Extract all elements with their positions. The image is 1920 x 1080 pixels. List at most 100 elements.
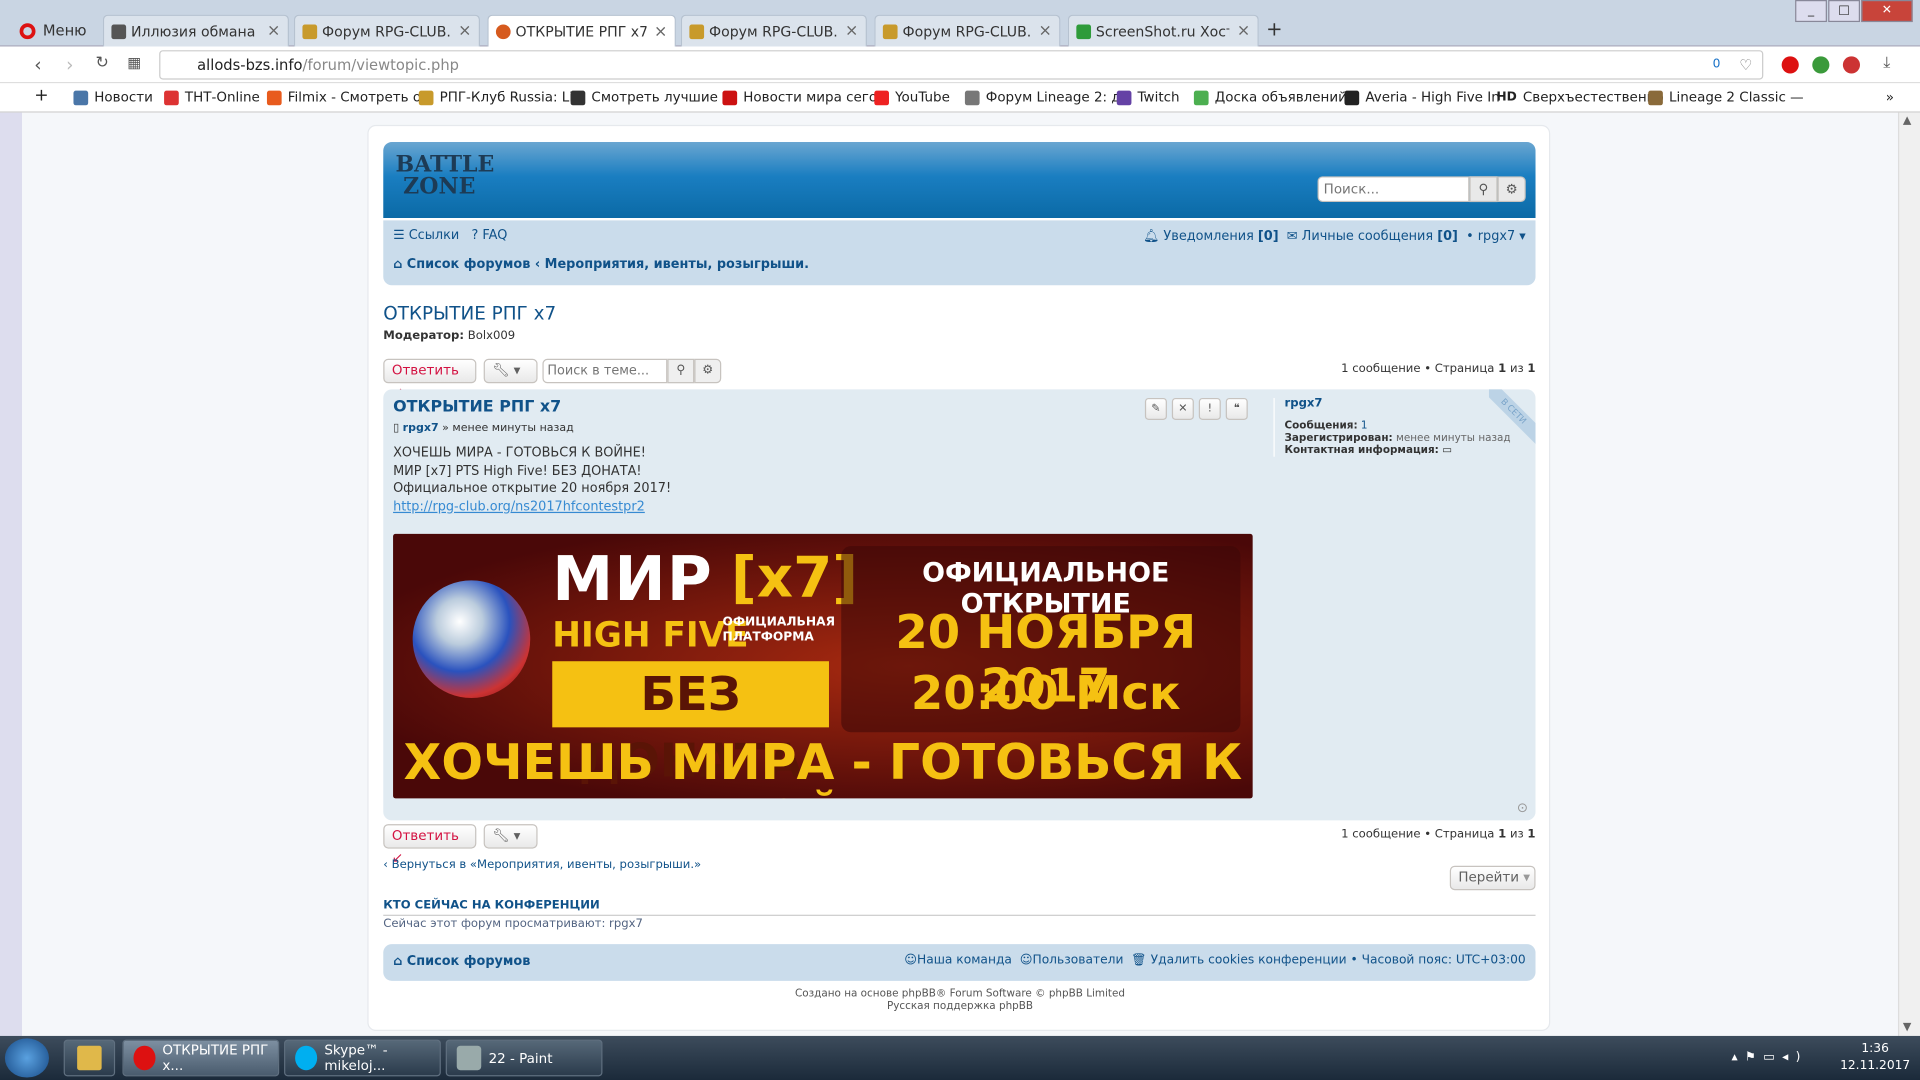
bookmark[interactable]: Новости [73, 89, 153, 105]
start-button[interactable] [4, 1038, 49, 1078]
speed-dial-icon[interactable]: ▦ [127, 54, 141, 71]
minimize-button[interactable]: _ [1795, 0, 1827, 23]
system-tray-icons[interactable]: ▴⚑▭◂) [1731, 1051, 1807, 1064]
back-arrow-icon[interactable]: ‹ [34, 54, 41, 76]
advanced-search-gear-icon[interactable]: ⚙ [1497, 176, 1526, 203]
gear-icon[interactable]: ⚙ [694, 358, 722, 384]
breadcrumb-home[interactable]: Список форумов [407, 257, 531, 272]
post-link[interactable]: http://rpg-club.org/ns2017hfcontestpr2 [393, 499, 645, 514]
bookmark[interactable]: Lineage 2 Classic — [1648, 89, 1804, 105]
bookmark[interactable]: Новости мира сего, [722, 89, 881, 105]
bookmark[interactable]: Доска объявлений [1193, 89, 1347, 105]
team-link[interactable]: ☺Наша команда [904, 954, 1012, 967]
more-bookmarks-icon[interactable]: » [1886, 89, 1894, 105]
report-icon[interactable]: ! [1198, 397, 1221, 421]
close-tab-icon[interactable]: × [845, 22, 858, 40]
browser-tab[interactable]: Форум RPG-CLUB. Тема: F × [293, 14, 481, 47]
copyright-line[interactable]: Русская поддержка phpBB [369, 1000, 1552, 1012]
close-tab-icon[interactable]: × [1237, 22, 1250, 40]
bookmark[interactable]: Форум Lineage 2: да [964, 89, 1129, 105]
faq-link[interactable]: ? FAQ [472, 228, 508, 243]
film-icon [111, 23, 127, 39]
browser-tab[interactable]: Иллюзия обмана 2 (2016 × [102, 14, 289, 47]
return-to-forum-link[interactable]: ‹ Вернуться в «Мероприятия, ивенты, розы… [383, 858, 701, 871]
clock[interactable]: 1:36 12.11.2017 [1840, 1041, 1910, 1075]
browser-tab-active[interactable]: ОТКРЫТИЕ РПГ x7 - × [487, 14, 676, 48]
copyright-line[interactable]: Создано на основе phpBB® Forum Software … [369, 988, 1552, 1000]
quote-icon[interactable]: ❝ [1225, 397, 1248, 421]
bookmark[interactable]: Filmix - Смотреть о [266, 89, 421, 105]
topic-tools-button[interactable]: 🔧︎ ▾ [483, 358, 538, 384]
back-to-top-icon[interactable]: ⊙ [1517, 800, 1528, 816]
notifications-link[interactable]: 🔔︎ Уведомления [0] [1143, 229, 1279, 244]
browser-tab[interactable]: Форум RPG-CLUB. Тема: F × [874, 14, 1061, 47]
users-link[interactable]: ☺Пользователи [1020, 954, 1124, 967]
browser-tab[interactable]: Форум RPG-CLUB. Тема: F × [680, 14, 867, 47]
post-profile: rpgx7 Сообщения: 1 Зарегистрирован: мене… [1273, 397, 1519, 457]
vertical-scrollbar[interactable]: ▲ ▼ [1897, 112, 1920, 1036]
bookmark[interactable]: Смотреть лучшие с [570, 89, 730, 105]
close-window-button[interactable]: ✕ [1861, 0, 1913, 23]
search-icon[interactable]: ⚲ [667, 358, 695, 384]
profile-username[interactable]: rpgx7 [1285, 397, 1519, 410]
profile-posts-count[interactable]: 1 [1361, 420, 1368, 432]
jump-to-button[interactable]: Перейти ▾ [1449, 865, 1536, 891]
bookmark[interactable]: РПГ-Клуб Russia: Lin [418, 89, 582, 105]
scroll-up-icon[interactable]: ▲ [1903, 115, 1911, 127]
user-menu[interactable]: rpgx7 ▾ [1478, 229, 1526, 244]
search-icon[interactable]: ⚲ [1469, 176, 1498, 203]
bookmark[interactable]: YouTube [874, 89, 950, 105]
contact-bubble-icon[interactable]: ▭ [1442, 444, 1452, 456]
edit-pencil-icon[interactable]: ✎ [1144, 397, 1167, 421]
download-icon[interactable]: ⤓ [1883, 54, 1890, 72]
shield-extension-icon[interactable] [1812, 56, 1830, 74]
post-time: » менее минуты назад [442, 422, 574, 435]
close-tab-icon[interactable]: × [1038, 22, 1051, 40]
close-tab-icon[interactable]: × [267, 22, 280, 40]
bookmark-heart-icon[interactable]: ♡ [1739, 51, 1752, 78]
reload-icon[interactable]: ↻ [96, 54, 109, 72]
close-tab-icon[interactable]: × [654, 23, 667, 41]
delete-icon[interactable]: ✕ [1171, 397, 1194, 421]
banner-high-five: HIGH FIVE [552, 614, 749, 656]
forum-search-input[interactable] [1317, 176, 1470, 203]
bookmark[interactable]: Averia - High Five In [1344, 89, 1500, 105]
browser-tab[interactable]: ScreenShot.ru Хостинг кар × [1067, 14, 1259, 47]
close-tab-icon[interactable]: × [458, 22, 471, 40]
moderator-name[interactable]: Bolx009 [468, 329, 515, 342]
bookmark[interactable]: Twitch [1116, 89, 1180, 105]
delete-cookies-link[interactable]: 🗑︎ Удалить cookies конференции [1131, 954, 1346, 967]
post-author[interactable]: rpgx7 [403, 422, 439, 434]
promo-banner-image[interactable]: МИР [x7] HIGH FIVE ОФИЦИАЛЬНАЯ ПЛАТФОРМА… [393, 533, 1253, 799]
adblock-extension-icon[interactable] [1842, 56, 1861, 74]
battle-zone-logo[interactable]: BATTLE ZONE [396, 154, 495, 205]
footer-home-link[interactable]: ⌂ Список форумов [393, 954, 530, 969]
skype-taskbar-button[interactable]: Skype™ - mikeloj... [284, 1039, 441, 1077]
post-title[interactable]: ОТКРЫТИЕ РПГ x7 [393, 398, 561, 416]
new-tab-button[interactable]: + [1266, 17, 1282, 40]
reply-button[interactable]: Ответить ↙ [383, 824, 477, 866]
bookmark-label: YouTube [895, 89, 950, 106]
opera-extension-icon[interactable] [1781, 56, 1799, 74]
url-field[interactable]: allods-bzs.info/forum/viewtopic.php 0 ♡ [159, 50, 1764, 80]
explorer-taskbar-button[interactable] [63, 1039, 116, 1077]
forward-arrow-icon[interactable]: › [66, 54, 73, 76]
opera-taskbar-button[interactable]: ОТКРЫТИЕ РПГ х... [122, 1039, 280, 1077]
bookmark[interactable]: ТНТ-Online [164, 89, 260, 105]
add-bookmark-icon[interactable]: + [34, 86, 48, 106]
post-content: ХОЧЕШЬ МИРА - ГОТОВЬСЯ К ВОЙНЕ! МИР [x7]… [393, 444, 671, 515]
links-menu[interactable]: ☰ Ссылки [393, 228, 459, 243]
topic-search-input[interactable] [542, 358, 668, 384]
who-online-heading[interactable]: КТО СЕЙЧАС НА КОНФЕРЕНЦИИ [383, 899, 1536, 916]
maximize-button[interactable]: □ [1828, 0, 1861, 23]
topic-tools-button[interactable]: 🔧︎ ▾ [483, 824, 538, 849]
bookmark[interactable]: HD Сверхъестественно [1496, 89, 1663, 105]
private-messages-link[interactable]: ✉ Личные сообщения [0] [1287, 229, 1458, 244]
breadcrumb-section[interactable]: Мероприятия, ивенты, розыгрыши. [545, 257, 809, 272]
scroll-down-icon[interactable]: ▼ [1903, 1021, 1911, 1033]
page-title[interactable]: ОТКРЫТИЕ РПГ x7 [383, 302, 556, 324]
opera-menu-button[interactable]: Меню [19, 17, 87, 44]
navbar-top-row: ☰ Ссылки ? FAQ 🔔︎ Уведомления [0] ✉ Личн… [393, 227, 1526, 244]
paint-taskbar-button[interactable]: 22 - Paint [445, 1039, 603, 1077]
reply-button[interactable]: Ответить ↙ [383, 358, 477, 400]
